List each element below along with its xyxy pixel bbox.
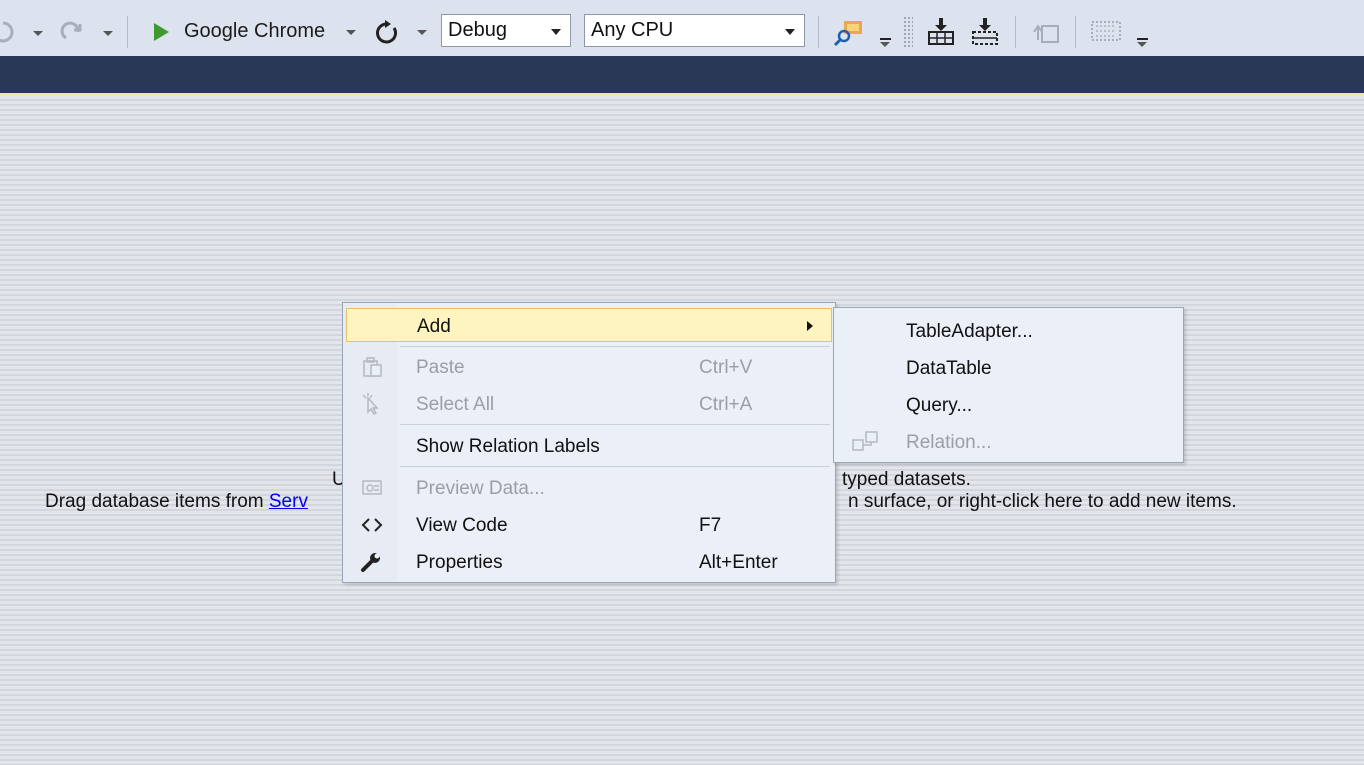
menu-item-show-relation-labels[interactable]: Show Relation Labels (346, 429, 832, 463)
run-target-label[interactable]: Google Chrome (184, 20, 325, 43)
submenu-item-label: TableAdapter... (906, 321, 1033, 342)
chevron-down-icon (551, 29, 561, 35)
toolbar-separator (1075, 16, 1076, 48)
submenu-item-label: Relation... (906, 432, 992, 453)
hint-text-line2-end: n surface, or right-click here to add ne… (848, 491, 1237, 512)
platform-dropdown[interactable]: Any CPU (584, 14, 805, 47)
menu-item-select-all[interactable]: Select All Ctrl+A (346, 387, 832, 421)
hint-text-line2-start: Drag database items from (45, 491, 269, 512)
add-table-icon[interactable] (926, 16, 956, 46)
menu-item-label: Paste (416, 357, 465, 378)
submenu-item-label: Query... (906, 395, 973, 416)
grip-icon[interactable] (903, 16, 913, 48)
undo-dropdown-icon[interactable] (33, 31, 43, 36)
select-all-icon (360, 393, 384, 415)
submenu-item-label: DataTable (906, 358, 992, 379)
hint-text-line2: Drag database items from Serv (45, 491, 308, 513)
overflow-chevron-icon[interactable] (880, 42, 890, 47)
submenu-item-tableadapter[interactable]: TableAdapter... (837, 311, 1180, 345)
menu-item-label: Add (417, 316, 451, 337)
menu-item-label: Select All (416, 394, 495, 415)
submenu-item-relation[interactable]: Relation... (837, 422, 1180, 456)
main-toolbar: Google Chrome Debug Any CPU (0, 0, 1364, 57)
layout-icon[interactable] (1090, 17, 1122, 45)
preview-data-icon (360, 477, 384, 499)
find-icon[interactable] (833, 18, 865, 48)
document-tab-band (0, 56, 1364, 96)
menu-item-paste[interactable]: Paste Ctrl+V (346, 350, 832, 384)
toolbar-separator (1015, 16, 1016, 48)
chevron-down-icon (785, 29, 795, 35)
add-submenu: TableAdapter... DataTable Query... Relat… (833, 307, 1184, 463)
redo-dropdown-icon[interactable] (103, 31, 113, 36)
add-query-icon[interactable] (970, 16, 1000, 46)
menu-item-label: Preview Data... (416, 478, 545, 499)
overflow-line (1137, 38, 1148, 40)
refresh-icon[interactable] (373, 19, 401, 47)
toolbar-separator (127, 16, 128, 48)
menu-separator (400, 346, 830, 347)
menu-item-label: Show Relation Labels (416, 436, 600, 457)
hint-text-line1-end: typed datasets. (842, 469, 971, 490)
menu-item-shortcut: Ctrl+A (699, 394, 753, 415)
submenu-arrow-icon (807, 321, 813, 331)
menu-item-shortcut: Alt+Enter (699, 552, 778, 573)
overflow-line (880, 38, 891, 40)
server-explorer-link[interactable]: Serv (269, 491, 308, 512)
paste-icon (360, 356, 384, 378)
overflow-chevron-icon[interactable] (1137, 42, 1147, 47)
start-icon[interactable] (150, 21, 172, 43)
submenu-item-query[interactable]: Query... (837, 385, 1180, 419)
menu-item-preview-data[interactable]: Preview Data... (346, 471, 832, 505)
code-icon (360, 514, 384, 536)
menu-item-add[interactable]: Add (346, 308, 832, 342)
undo-icon[interactable] (0, 18, 18, 44)
menu-separator (400, 466, 830, 467)
wrench-icon (360, 551, 384, 573)
relation-icon (851, 430, 879, 460)
redo-icon[interactable] (58, 18, 86, 44)
menu-item-shortcut: F7 (699, 515, 722, 536)
menu-item-view-code[interactable]: View Code F7 (346, 508, 832, 542)
menu-item-label: Properties (416, 552, 503, 573)
configuration-value: Debug (448, 19, 507, 41)
menu-item-shortcut: Ctrl+V (699, 357, 753, 378)
context-menu: Add Paste Ctrl+V Select All Ctrl+A Show … (342, 302, 836, 583)
toolbar-separator (818, 16, 819, 48)
relation-icon[interactable] (1030, 18, 1062, 46)
configuration-dropdown[interactable]: Debug (441, 14, 571, 47)
platform-value: Any CPU (591, 19, 674, 41)
menu-item-label: View Code (416, 515, 508, 536)
submenu-item-datatable[interactable]: DataTable (837, 348, 1180, 382)
menu-item-properties[interactable]: Properties Alt+Enter (346, 545, 832, 579)
menu-separator (400, 424, 830, 425)
run-target-dropdown-icon[interactable] (346, 30, 356, 35)
refresh-dropdown-icon[interactable] (417, 30, 427, 35)
